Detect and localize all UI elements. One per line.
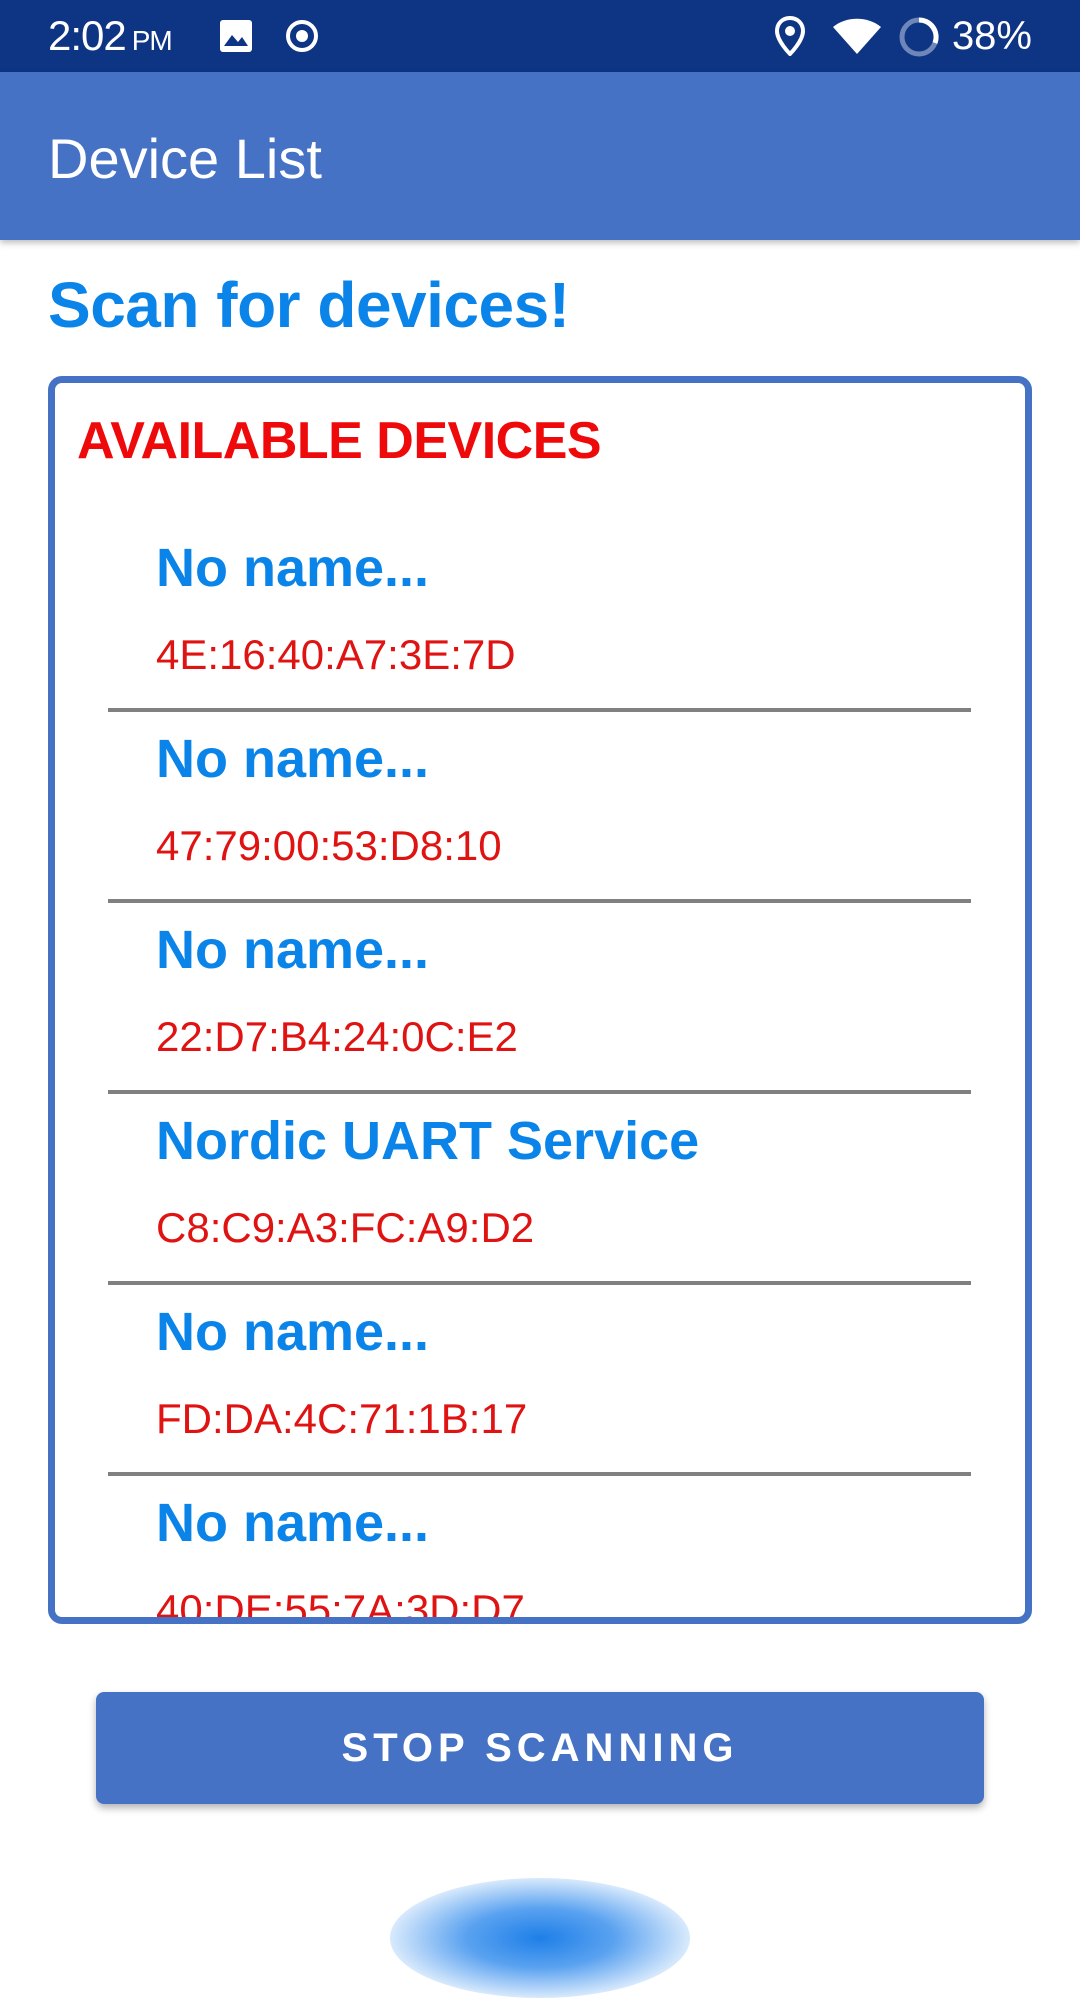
device-list-item[interactable]: Nordic UART Service C8:C9:A3:FC:A9:D2 bbox=[55, 1096, 1025, 1287]
device-list-item[interactable]: No name... 22:D7:B4:24:0C:E2 bbox=[55, 905, 1025, 1096]
status-ampm: PM bbox=[131, 25, 173, 56]
status-time: 2:02 PM bbox=[48, 12, 173, 60]
device-list-item[interactable]: No name... FD:DA:4C:71:1B:17 bbox=[55, 1287, 1025, 1478]
device-list-panel[interactable]: AVAILABLE DEVICES No name... 4E:16:40:A7… bbox=[48, 376, 1032, 1624]
device-mac-address: FD:DA:4C:71:1B:17 bbox=[156, 1395, 528, 1442]
device-mac-address: 40:DE:55:7A:3D:D7 bbox=[156, 1586, 525, 1624]
page-title: Device List bbox=[48, 127, 322, 190]
device-name: No name... bbox=[156, 538, 430, 598]
status-bar: 2:02 PM 38% bbox=[0, 0, 1080, 72]
divider bbox=[108, 899, 971, 903]
device-list-item[interactable]: No name... 4E:16:40:A7:3E:7D bbox=[55, 523, 1025, 714]
record-icon bbox=[284, 18, 320, 59]
wifi-icon bbox=[832, 18, 882, 61]
device-list-item[interactable]: No name... 47:79:00:53:D8:10 bbox=[55, 714, 1025, 905]
device-list-item[interactable]: No name... 40:DE:55:7A:3D:D7 bbox=[55, 1478, 1025, 1624]
available-devices-label: AVAILABLE DEVICES bbox=[77, 412, 602, 470]
device-mac-address: 4E:16:40:A7:3E:7D bbox=[156, 631, 516, 678]
status-clock: 2:02 bbox=[48, 12, 127, 59]
app-bar: Device List bbox=[0, 72, 1080, 240]
device-mac-address: C8:C9:A3:FC:A9:D2 bbox=[156, 1204, 535, 1251]
divider bbox=[108, 1090, 971, 1094]
scanning-indicator bbox=[390, 1878, 690, 1998]
device-name: No name... bbox=[156, 729, 430, 789]
device-list: No name... 4E:16:40:A7:3E:7D No name... … bbox=[55, 523, 1025, 1624]
battery-icon bbox=[898, 16, 940, 63]
image-icon bbox=[218, 18, 254, 59]
divider bbox=[108, 708, 971, 712]
device-name: No name... bbox=[156, 920, 430, 980]
device-mac-address: 47:79:00:53:D8:10 bbox=[156, 822, 502, 869]
stop-scanning-button[interactable]: STOP SCANNING bbox=[96, 1692, 984, 1804]
device-name: Nordic UART Service bbox=[156, 1111, 700, 1171]
divider bbox=[108, 1281, 971, 1285]
divider bbox=[108, 1472, 971, 1476]
device-mac-address: 22:D7:B4:24:0C:E2 bbox=[156, 1013, 518, 1060]
scan-heading: Scan for devices! bbox=[48, 269, 570, 341]
device-name: No name... bbox=[156, 1302, 430, 1362]
battery-percent: 38% bbox=[951, 14, 1032, 58]
device-name: No name... bbox=[156, 1493, 430, 1553]
location-icon bbox=[774, 15, 806, 61]
